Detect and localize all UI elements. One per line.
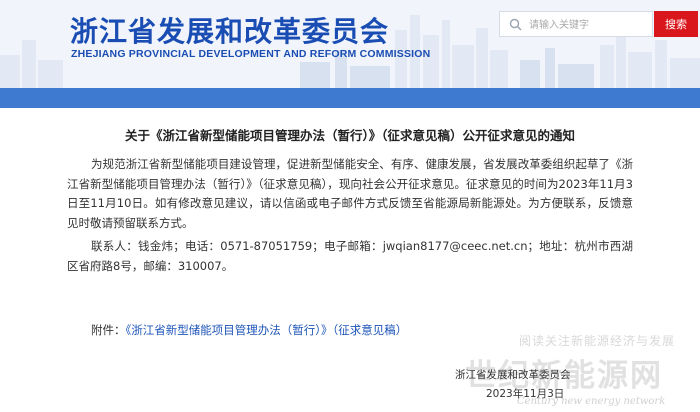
search-icon xyxy=(509,18,522,31)
watermark-caption: 阅读关注新能源经济与发展 xyxy=(519,334,676,348)
attachment-line: 附件：《浙江省新型储能项目管理办法（暂行）》（征求意见稿） xyxy=(91,322,407,338)
attachment-label: 附件： xyxy=(91,323,126,337)
nav-band xyxy=(0,88,700,108)
article-paragraph-intro: 为规范浙江省新型储能项目建设管理，促进新型储能安全、有序、健康发展，省发展改革委… xyxy=(67,157,633,230)
article-title: 关于《浙江省新型储能项目管理办法（暂行）》（征求意见稿）公开征求意见的通知 xyxy=(124,128,575,143)
site-title-cn[interactable]: 浙江省发展和改革委员会 xyxy=(70,10,389,50)
attachment-link[interactable]: 《浙江省新型储能项目管理办法（暂行）》（征求意见稿） xyxy=(126,323,408,337)
search-button[interactable]: 搜索 xyxy=(654,11,698,37)
site-title-en: ZHEJIANG PROVINCIAL DEVELOPMENT AND REFO… xyxy=(71,48,431,60)
search-input[interactable] xyxy=(527,15,651,35)
signature-organization: 浙江省发展和改革委员会 xyxy=(455,369,571,381)
search-box[interactable] xyxy=(499,11,653,37)
article-paragraph-contact: 联系人：钱金炜；电话：0571-87051759；电子邮箱：jwqian8177… xyxy=(67,239,633,273)
site-header: 浙江省发展和改革委员会 ZHEJIANG PROVINCIAL DEVELOPM… xyxy=(0,0,700,88)
signature-date: 2023年11月3日 xyxy=(486,388,565,400)
